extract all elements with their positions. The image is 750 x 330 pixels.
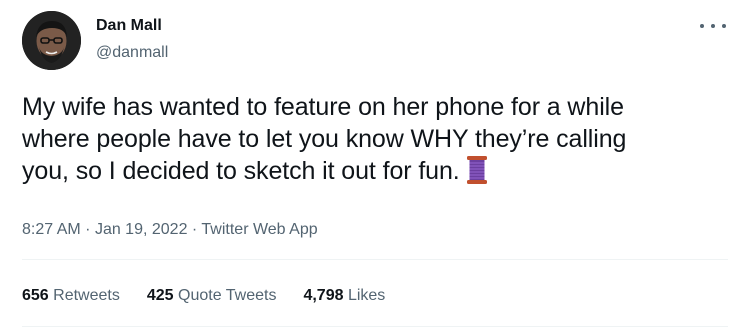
display-name[interactable]: Dan Mall bbox=[96, 16, 168, 36]
tweet-text-line: you, so I decided to sketch it out for f… bbox=[22, 155, 738, 193]
retweets-count: 656 bbox=[22, 287, 49, 304]
quote-tweets-label: Quote Tweets bbox=[178, 287, 277, 304]
quote-tweets-stat[interactable]: 425 Quote Tweets bbox=[147, 285, 277, 307]
retweets-label: Retweets bbox=[53, 287, 120, 304]
tweet-card: Dan Mall @danmall My wife has wanted to … bbox=[0, 0, 750, 330]
tweet-time[interactable]: 8:27 AM bbox=[22, 221, 81, 238]
tweet-text-line: My wife has wanted to feature on her pho… bbox=[22, 93, 624, 121]
tweet-stats: 656 Retweets 425 Quote Tweets 4,798 Like… bbox=[22, 285, 385, 307]
avatar-photo-icon bbox=[22, 11, 81, 70]
divider bbox=[22, 326, 728, 327]
tweet-meta: 8:27 AM · Jan 19, 2022 · Twitter Web App bbox=[22, 219, 318, 241]
separator: · bbox=[191, 221, 198, 238]
likes-label: Likes bbox=[347, 287, 386, 304]
author-info: Dan Mall @danmall bbox=[96, 16, 168, 63]
dot bbox=[700, 24, 704, 28]
tweet-source[interactable]: Twitter Web App bbox=[201, 221, 317, 238]
tweet-date[interactable]: Jan 19, 2022 bbox=[95, 221, 188, 238]
likes-stat[interactable]: 4,798 Likes bbox=[303, 285, 385, 307]
dot bbox=[722, 24, 726, 28]
divider bbox=[22, 259, 728, 260]
quote-tweets-count: 425 bbox=[146, 287, 174, 304]
thread-spool-icon bbox=[466, 155, 488, 193]
retweets-stat[interactable]: 656 Retweets bbox=[22, 285, 120, 307]
separator: · bbox=[85, 221, 91, 238]
more-options-icon[interactable] bbox=[700, 18, 726, 34]
tweet-text: My wife has wanted to feature on her pho… bbox=[22, 91, 738, 193]
tweet-text-line: where people have to let you know WHY th… bbox=[22, 125, 627, 153]
tweet-text-line: you, so I decided to sketch it out for f… bbox=[22, 157, 460, 185]
tweet-text-line: where people have to let you know WHY th… bbox=[22, 123, 738, 155]
dot bbox=[711, 24, 715, 28]
handle[interactable]: @danmall bbox=[96, 43, 168, 63]
avatar[interactable] bbox=[22, 11, 81, 70]
likes-count: 4,798 bbox=[303, 287, 344, 304]
